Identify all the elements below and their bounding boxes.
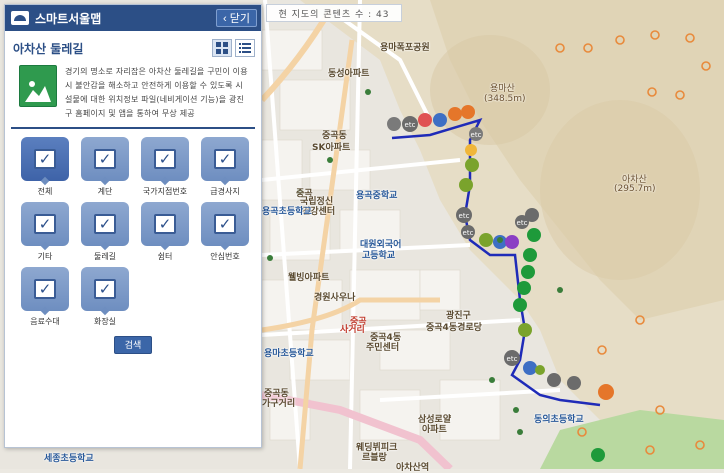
svg-text:etc: etc: [507, 355, 518, 363]
checkmark-icon: ✓: [214, 149, 236, 169]
category-label: 전체: [37, 187, 53, 196]
map-label: 용마폭포공원: [380, 43, 430, 53]
map-label: 동의초등학교: [534, 415, 584, 425]
category-etc[interactable]: ✓ 기타: [15, 202, 75, 263]
close-button[interactable]: ‹ 닫기: [216, 9, 257, 27]
category-stairs[interactable]: ✓ 계단: [75, 137, 135, 198]
svg-text:etc: etc: [463, 229, 474, 237]
checkmark-icon: ✓: [154, 214, 176, 234]
svg-text:etc: etc: [471, 131, 482, 139]
checkmark-icon: ✓: [94, 149, 116, 169]
category-label: 안심번호: [210, 252, 240, 261]
map-label: (348.5m): [484, 94, 526, 104]
map-label: 웰빙아파트: [288, 273, 330, 283]
map-label: 용곡중학교: [356, 191, 398, 201]
category-label: 음료수대: [30, 317, 60, 326]
search-button[interactable]: 검색: [114, 336, 152, 354]
map-label: (295.7m): [614, 184, 656, 194]
map-label: 르블랑: [362, 453, 387, 463]
category-national-point-number[interactable]: ✓ 국가지점번호: [135, 137, 195, 198]
checkmark-icon: ✓: [34, 214, 56, 234]
chevron-left-icon: ‹: [223, 13, 227, 25]
map-label: 경원사우나: [314, 293, 356, 303]
list-view-icon: [239, 43, 251, 53]
category-label: 둘레길: [93, 252, 117, 261]
map-label: 가구거리: [262, 399, 296, 409]
checkmark-icon: ✓: [94, 279, 116, 299]
svg-text:etc: etc: [517, 219, 528, 227]
list-view-button[interactable]: [235, 39, 255, 57]
panel-titlebar: 아차산 둘레길: [5, 31, 261, 59]
checkmark-icon: ✓: [34, 279, 56, 299]
category-all[interactable]: ✓ 전체: [15, 137, 75, 198]
category-safety-number[interactable]: ✓ 안심번호: [195, 202, 255, 263]
category-label: 화장실: [93, 317, 117, 326]
description-text: 경기의 명소로 자리잡은 아차산 둘레길을 구민이 이용시 불안감을 해소하고 …: [65, 67, 248, 118]
seoul-logo-icon: [11, 11, 29, 25]
trail-thumbnail-icon: [19, 65, 57, 107]
category-label: 기타: [37, 252, 53, 261]
category-water-fountain[interactable]: ✓ 음료수대: [15, 267, 75, 328]
map-label: 중곡4동경로당: [426, 323, 482, 333]
side-panel: 스마트서울맵 ‹ 닫기 아차산 둘레길 경기의 명소로 자리잡은 아차산 둘레길…: [4, 4, 262, 448]
category-label: 계단: [97, 187, 113, 196]
category-label: 급경사지: [210, 187, 240, 196]
map-label: 용마산: [490, 84, 515, 94]
category-grid: ✓ 전체 ✓ 계단 ✓ 국가지점번호 ✓ 급경사지 ✓ 기타 ✓ 둘레길 ✓ 쉼터 ✓ 안심번호…: [5, 129, 261, 328]
map-label: 동성아파트: [328, 69, 370, 79]
app-brand: 스마트서울맵: [11, 10, 101, 27]
category-shelter[interactable]: ✓ 쉼터: [135, 202, 195, 263]
svg-text:etc: etc: [459, 212, 470, 220]
close-label: 닫기: [229, 13, 250, 25]
map-label: 세종초등학교: [44, 454, 94, 464]
category-label: 쉼터: [157, 252, 173, 261]
map-label: 용곡초등학교: [262, 207, 312, 217]
map-label: SK아파트: [312, 143, 351, 153]
category-label: 국가지점번호: [142, 187, 188, 196]
map-label: 사거리: [340, 325, 365, 335]
grid-view-icon: [216, 42, 228, 54]
content-count-banner: 현 지도의 콘텐츠 수 : 43: [266, 4, 402, 22]
description-section: 경기의 명소로 자리잡은 아차산 둘레길을 구민이 이용시 불안감을 해소하고 …: [11, 59, 255, 129]
panel-title: 아차산 둘레길: [13, 41, 84, 56]
view-toggle: [212, 39, 255, 57]
checkmark-icon: ✓: [34, 149, 56, 169]
map-label: 고등학교: [362, 251, 396, 261]
grid-view-button[interactable]: [212, 39, 232, 57]
map-label: 용마초등학교: [264, 349, 314, 359]
map-label: 아차산역: [396, 463, 430, 473]
category-trail[interactable]: ✓ 둘레길: [75, 202, 135, 263]
checkmark-icon: ✓: [154, 149, 176, 169]
app-title: 스마트서울맵: [35, 11, 102, 26]
checkmark-icon: ✓: [94, 214, 116, 234]
category-restroom[interactable]: ✓ 화장실: [75, 267, 135, 328]
category-steep-slope[interactable]: ✓ 급경사지: [195, 137, 255, 198]
svg-text:etc: etc: [405, 121, 416, 129]
map-label: 주민센터: [366, 343, 400, 353]
checkmark-icon: ✓: [214, 214, 236, 234]
map-label: 아파트: [422, 425, 447, 435]
panel-header: 스마트서울맵 ‹ 닫기: [5, 5, 261, 31]
